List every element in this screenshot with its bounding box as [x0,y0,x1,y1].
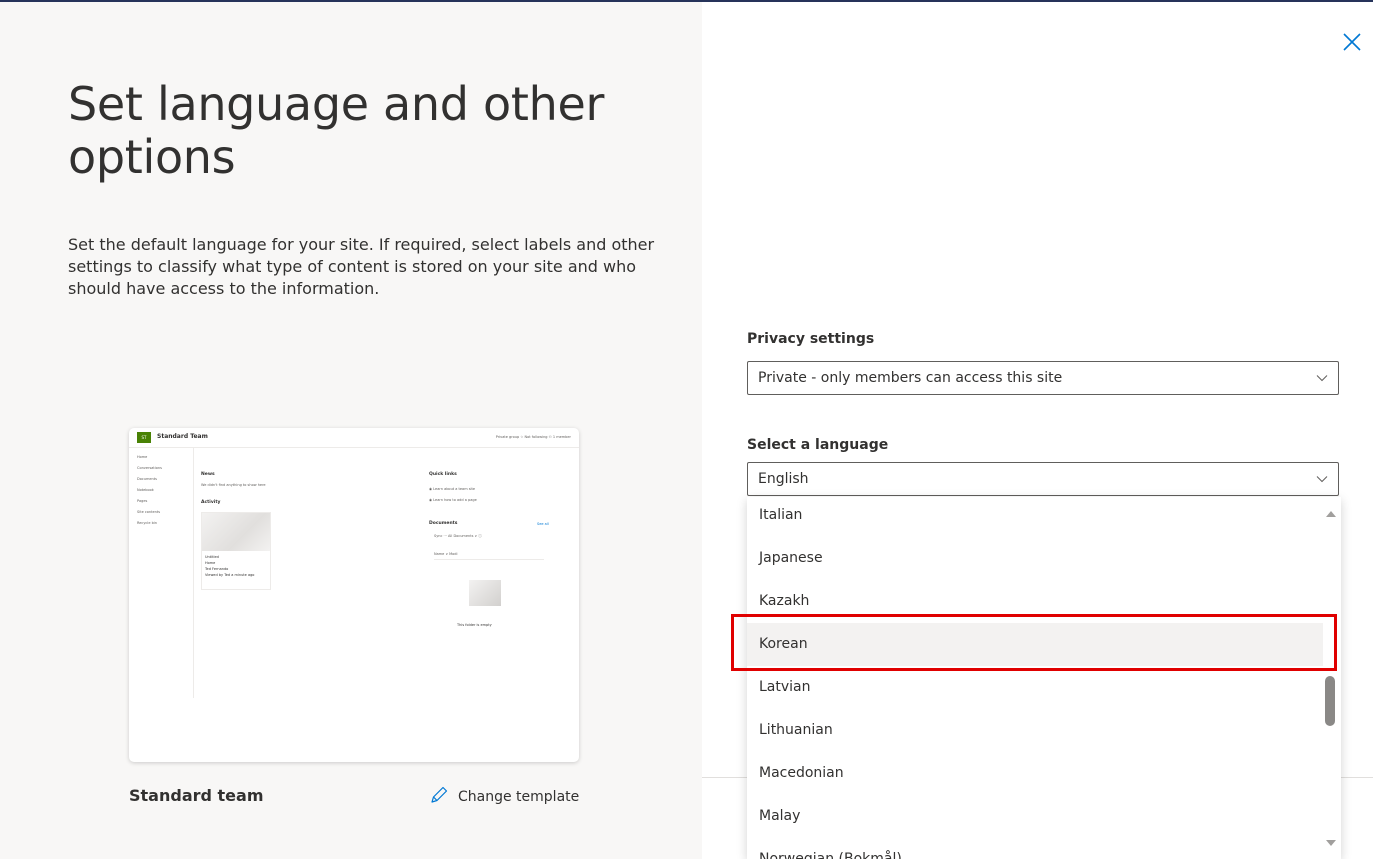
preview-documents-heading: Documents [429,521,458,526]
language-option-lithuanian[interactable]: Lithuanian [747,709,1323,752]
preview-empty-text: This folder is empty [457,623,492,627]
change-template-button[interactable]: Change template [428,784,579,810]
preview-quick-link: ◉ Learn how to add a page [429,495,477,506]
preview-quick-links-heading: Quick links [429,472,457,477]
preview-header-divider [129,447,579,448]
preview-quick-link-label: Learn about a team site [433,487,476,491]
privacy-settings-value: Private - only members can access this s… [758,370,1063,386]
preview-nav-item: Site contents [137,510,161,514]
preview-quick-link-label: Learn how to add a page [433,498,477,502]
footer-divider [1339,777,1373,778]
close-button[interactable] [1338,28,1368,58]
preview-documents-see-all: See all [537,522,549,526]
preview-nav: Home Conversations Documents Notebook Pa… [137,452,162,529]
close-icon [1338,33,1368,62]
preview-card-thumbnail [202,513,270,551]
preview-documents-columns: Name ∨ Modi [434,552,544,560]
page-description: Set the default language for your site. … [68,235,655,298]
preview-nav-divider [193,448,194,698]
preview-quick-links: ◉ Learn about a team site ◉ Learn how to… [429,484,477,506]
preview-nav-item: Pages [137,499,148,503]
preview-header-meta: Private group ☆ Not following ⚇ 1 member [495,435,571,439]
scroll-up-arrow-icon[interactable] [1326,511,1336,517]
preview-site-logo: ST [137,432,151,443]
template-preview: ST Standard Team Private group ☆ Not fol… [129,428,579,762]
preview-site-title: Standard Team [157,433,208,440]
scroll-down-arrow-icon[interactable] [1326,840,1336,846]
pencil-icon [428,784,450,810]
preview-quick-link: ◉ Learn about a team site [429,484,477,495]
scrollbar-thumb[interactable] [1325,676,1335,726]
language-value: English [758,471,809,487]
preview-nav-item: Notebook [137,488,154,492]
privacy-settings-select[interactable]: Private - only members can access this s… [747,361,1339,395]
preview-news-heading: News [201,472,215,477]
preview-activity-heading: Activity [201,500,221,505]
language-option-malay[interactable]: Malay [747,795,1323,838]
preview-nav-item: Home [137,455,148,459]
preview-activity-card: Untitled Home Ted Fernando Viewed by Ted… [201,512,271,590]
chevron-down-icon [1316,463,1328,495]
preview-nav-item: Conversations [137,466,162,470]
chevron-down-icon [1316,362,1328,394]
language-option-italian[interactable]: Italian [747,497,1323,537]
footer-divider [702,777,748,778]
change-template-label: Change template [458,789,580,805]
preview-news-text: We didn't find anything to show here [201,483,266,487]
template-name: Standard team [129,786,264,805]
language-option-japanese[interactable]: Japanese [747,537,1323,580]
preview-nav-item: Recycle bin [137,521,157,525]
language-label: Select a language [747,437,889,453]
preview-nav-item: Documents [137,477,157,481]
preview-documents-toolbar: Sync ··· All Documents ∨ ⓘ [434,534,482,538]
page-title: Set language and other options [68,77,605,184]
privacy-settings-label: Privacy settings [747,331,875,347]
empty-folder-icon [469,580,501,606]
language-option-latvian[interactable]: Latvian [747,666,1323,709]
language-select[interactable]: English [747,462,1339,496]
language-dropdown-list: Italian Japanese Kazakh Korean Latvian L… [747,497,1341,859]
language-option-norwegian[interactable]: Norwegian (Bokmål) [747,838,1323,859]
language-option-korean[interactable]: Korean [747,623,1323,666]
language-option-macedonian[interactable]: Macedonian [747,752,1323,795]
preview-card-author-sub: Viewed by Ted a minute ago [205,573,255,577]
language-option-kazakh[interactable]: Kazakh [747,580,1323,623]
